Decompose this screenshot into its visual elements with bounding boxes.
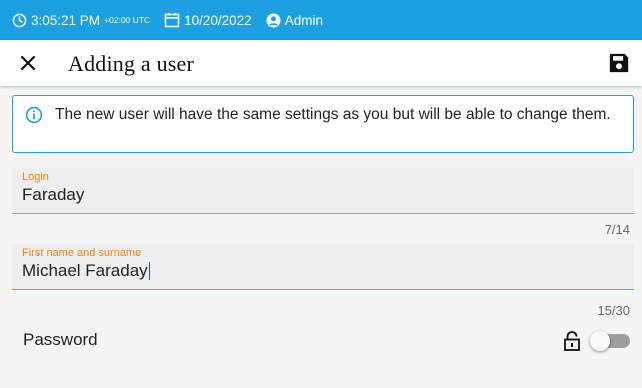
full-name-field[interactable]: First name and surname Michael Faraday: [12, 244, 634, 290]
status-time-text: 3:05:21 PM: [31, 12, 101, 28]
status-timezone: +02:00 UTC: [104, 15, 151, 25]
status-user: Admin: [266, 13, 323, 28]
login-char-counter: 7/14: [604, 222, 630, 237]
toggle-knob: [590, 331, 610, 351]
save-icon[interactable]: [608, 52, 630, 74]
status-bar: 3:05:21 PM +02:00 UTC 10/20/2022 Admin: [0, 0, 642, 40]
password-toggle[interactable]: [590, 331, 634, 351]
info-banner: The new user will have the same settings…: [12, 95, 634, 153]
login-value: Faraday: [22, 185, 85, 204]
status-time: 3:05:21 PM +02:00 UTC: [12, 13, 150, 28]
login-label: Login: [22, 171, 49, 183]
status-user-text: Admin: [284, 12, 323, 28]
user-icon: [266, 12, 281, 28]
clock-icon: [12, 13, 27, 27]
full-name-char-counter: 15/30: [597, 303, 630, 318]
status-date: 10/20/2022: [164, 12, 252, 28]
status-date-text: 10/20/2022: [184, 12, 252, 28]
info-icon: [25, 106, 43, 124]
page-title: Adding a user: [68, 51, 195, 76]
full-name-value: Michael Faraday: [22, 261, 148, 280]
full-name-label: First name and surname: [22, 247, 142, 259]
info-text: The new user will have the same settings…: [55, 106, 611, 123]
page-header: Adding a user: [0, 40, 642, 86]
close-icon[interactable]: [16, 51, 40, 75]
password-label: Password: [23, 330, 98, 349]
lock-open-icon: [564, 331, 580, 351]
text-caret: [148, 262, 151, 280]
calendar-icon: [164, 12, 180, 28]
login-field[interactable]: Login Faraday: [12, 168, 634, 214]
